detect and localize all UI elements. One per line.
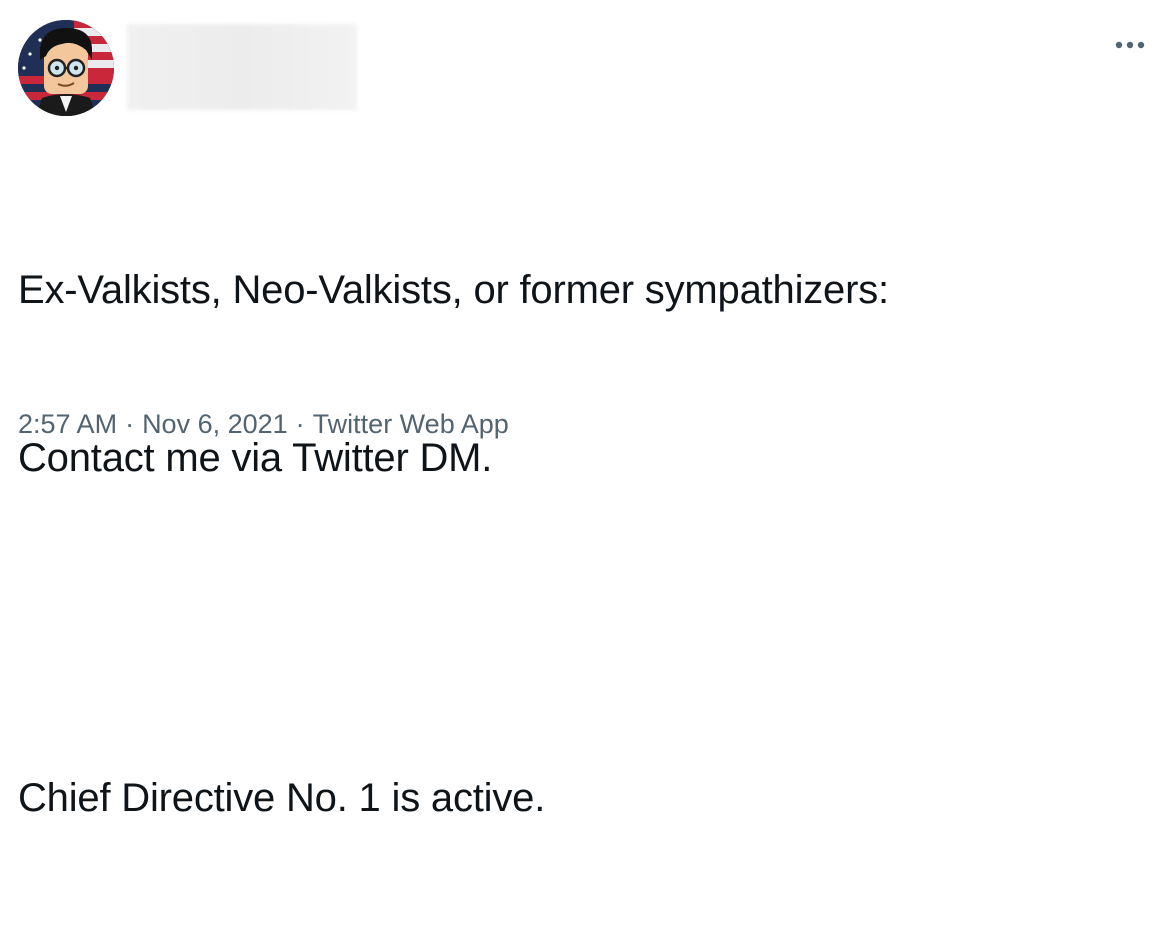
tweet-text: Ex-Valkists, Neo-Valkists, or former sym… xyxy=(18,150,1138,936)
redacted-username xyxy=(127,24,357,110)
tweet-time-link[interactable]: 2:57 AM xyxy=(18,409,117,439)
avatar-icon xyxy=(18,20,114,116)
user-avatar[interactable] xyxy=(18,20,114,116)
tweet-text-line: Chief Directive No. 1 is active. xyxy=(18,776,546,820)
tweet-date-link[interactable]: Nov 6, 2021 xyxy=(142,409,288,439)
more-options-button[interactable] xyxy=(1110,28,1150,62)
tweet-card: Ex-Valkists, Neo-Valkists, or former sym… xyxy=(0,0,1170,820)
tweet-text-line: Ex-Valkists, Neo-Valkists, or former sym… xyxy=(18,268,889,312)
tweet-source-link[interactable]: Twitter Web App xyxy=(313,409,509,439)
tweet-metadata: 2:57 AM · Nov 6, 2021 · Twitter Web App xyxy=(18,404,509,444)
meta-separator: · xyxy=(125,409,135,439)
meta-separator: · xyxy=(295,409,305,439)
more-horizontal-icon xyxy=(1115,41,1145,49)
